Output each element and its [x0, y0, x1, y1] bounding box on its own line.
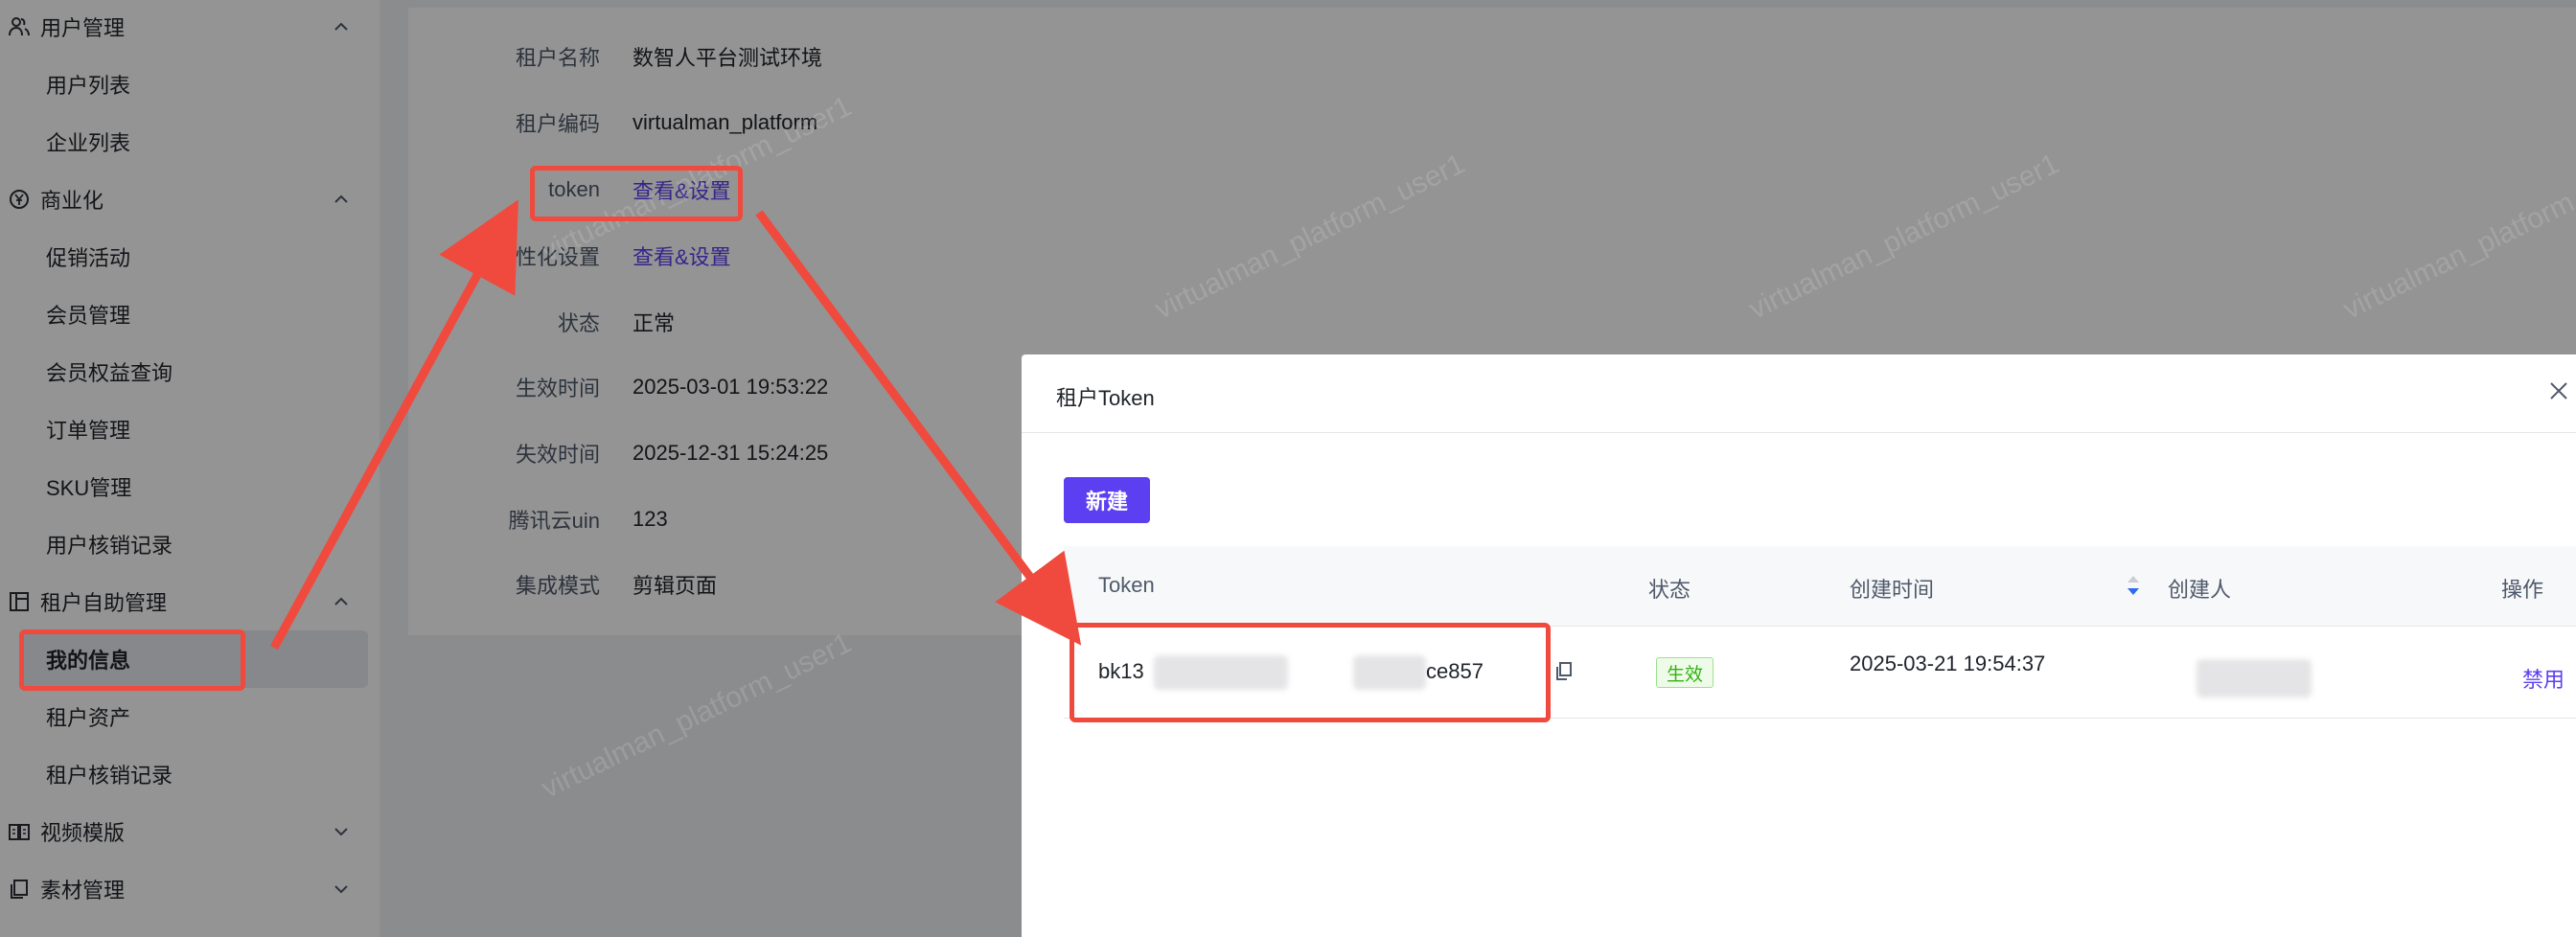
arrow-to-token-row: [755, 210, 1082, 646]
annotation-arrows: [270, 199, 1082, 651]
arrow-to-token-link: [270, 199, 518, 651]
